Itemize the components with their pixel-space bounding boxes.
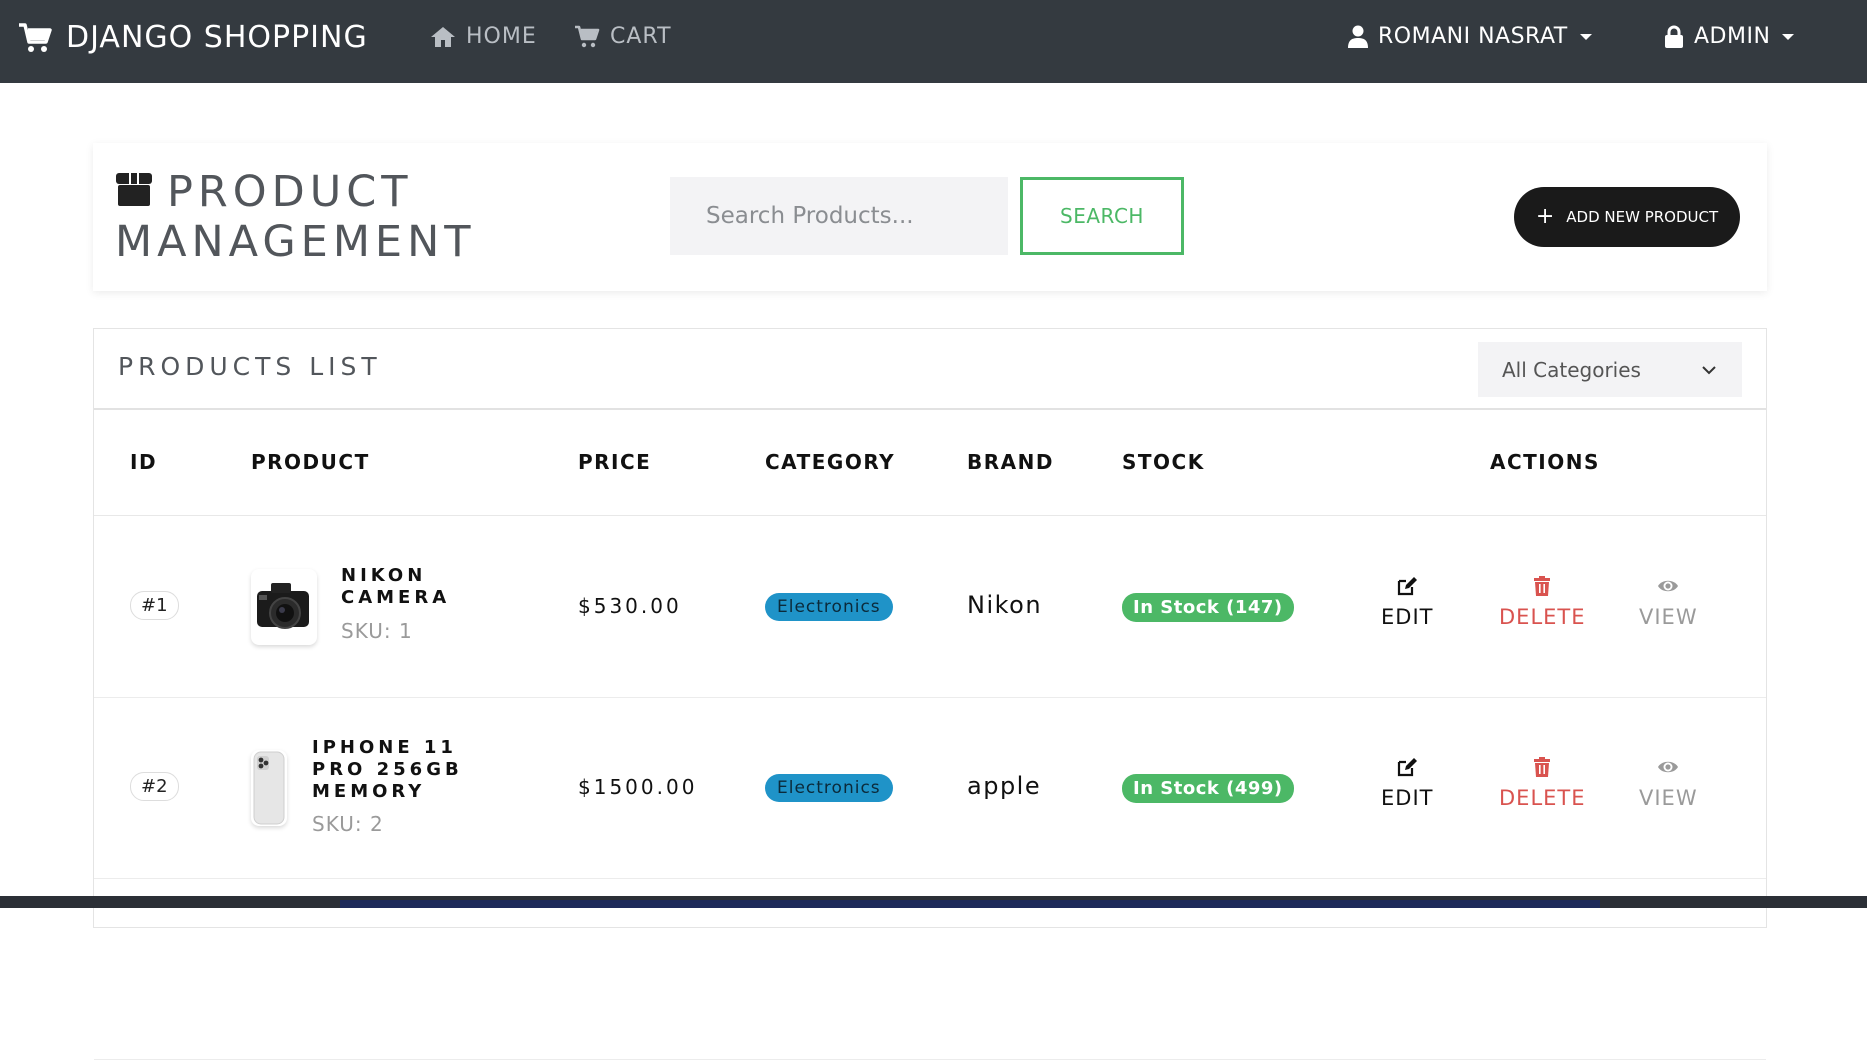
trash-icon [1534, 576, 1551, 596]
admin-label: ADMIN [1694, 24, 1771, 49]
column-header-product: PRODUCT [251, 450, 370, 474]
cart-icon [575, 25, 600, 47]
phone-image [253, 751, 285, 825]
user-icon [1348, 25, 1368, 48]
edit-button[interactable]: EDIT [1381, 756, 1433, 810]
page-title: PRODUCT MANAGEMENT [115, 167, 515, 267]
camera-image [257, 583, 309, 629]
box-icon [116, 173, 152, 206]
search-button[interactable]: SEARCH [1020, 177, 1184, 255]
plus-icon: + [1535, 204, 1555, 229]
category-filter-select[interactable]: All Categories [1478, 342, 1742, 397]
page-title-line2: MANAGEMENT [115, 217, 476, 267]
add-new-product-label: ADD NEW PRODUCT [1566, 208, 1719, 226]
edit-icon [1398, 758, 1418, 777]
product-id-badge: #1 [130, 591, 179, 620]
products-list-title: PRODUCTS LIST [118, 352, 382, 381]
product-brand: apple [967, 772, 1042, 800]
product-price: $1500.00 [578, 775, 698, 799]
table-row: #2 IPHONE 11 PRO 256GB MEMORY SKU: 2 $15… [94, 698, 1766, 879]
edit-label: EDIT [1381, 605, 1434, 629]
home-icon [431, 26, 455, 47]
products-list-header: PRODUCTS LIST All Categories [94, 329, 1766, 410]
edit-icon [1398, 577, 1418, 596]
column-header-brand: BRAND [967, 450, 1054, 474]
nav-home-label: HOME [466, 24, 537, 49]
chevron-down-icon [1702, 365, 1716, 374]
product-name-line: NIKON [341, 565, 427, 586]
category-badge: Electronics [765, 593, 893, 621]
stock-badge: In Stock (147) [1122, 593, 1294, 622]
product-sku: SKU: 2 [312, 812, 384, 836]
trash-icon [1534, 757, 1551, 777]
brand-name: DJANGO SHOPPING [66, 20, 368, 55]
products-list-card: PRODUCTS LIST All Categories ID PRODUCT … [93, 328, 1767, 1060]
product-name-line: CAMERA [341, 587, 451, 608]
caret-down-icon [1782, 33, 1795, 40]
table-header: ID PRODUCT PRICE CATEGORY BRAND STOCK AC… [94, 412, 1766, 516]
view-button[interactable]: VIEW [1639, 575, 1698, 629]
column-header-stock: STOCK [1122, 450, 1205, 474]
nav-cart-link[interactable]: CART [574, 24, 672, 49]
cart-icon [19, 22, 52, 52]
category-badge: Electronics [765, 774, 893, 802]
edit-button[interactable]: EDIT [1381, 575, 1433, 629]
product-thumbnail[interactable] [251, 750, 287, 826]
product-brand: Nikon [967, 591, 1043, 619]
product-name-line: PRO 256GB [312, 759, 463, 780]
delete-label: DELETE [1499, 786, 1586, 810]
taskbar-accent [340, 900, 1600, 908]
delete-label: DELETE [1499, 605, 1586, 629]
nav-cart-label: CART [610, 24, 672, 49]
product-name[interactable]: IPHONE 11 PRO 256GB MEMORY [312, 737, 463, 803]
column-header-actions: ACTIONS [1490, 450, 1600, 474]
user-dropdown[interactable]: ROMANI NASRAT [1348, 24, 1592, 49]
column-header-id: ID [130, 450, 158, 474]
nav-home-link[interactable]: HOME [430, 24, 537, 49]
admin-dropdown[interactable]: ADMIN [1664, 24, 1795, 49]
taskbar-strip [0, 896, 1867, 908]
view-label: VIEW [1639, 605, 1698, 629]
eye-icon [1658, 580, 1679, 592]
delete-button[interactable]: DELETE [1499, 756, 1586, 810]
brand-link[interactable]: DJANGO SHOPPING [18, 20, 368, 55]
column-header-price: PRICE [578, 450, 652, 474]
product-price: $530.00 [578, 594, 682, 618]
product-sku: SKU: 1 [341, 619, 413, 643]
view-label: VIEW [1639, 786, 1698, 810]
page-title-line1: PRODUCT [167, 167, 413, 217]
add-new-product-button[interactable]: + ADD NEW PRODUCT [1514, 187, 1740, 247]
lock-icon [1665, 25, 1683, 48]
table-row: #1 NIKON CAMERA SKU: 1 $530.00 Electroni… [94, 517, 1766, 698]
product-management-header: PRODUCT MANAGEMENT SEARCH + ADD NEW PROD… [93, 143, 1767, 291]
column-header-category: CATEGORY [765, 450, 896, 474]
caret-down-icon [1579, 33, 1592, 40]
search-input[interactable] [670, 177, 1008, 255]
top-navbar: DJANGO SHOPPING HOME CART ROMANI NASRAT … [0, 0, 1867, 83]
user-name: ROMANI NASRAT [1378, 24, 1568, 49]
product-name-line: MEMORY [312, 781, 426, 802]
product-id-badge: #2 [130, 772, 179, 801]
category-filter-value: All Categories [1502, 357, 1641, 382]
edit-label: EDIT [1381, 786, 1434, 810]
delete-button[interactable]: DELETE [1499, 575, 1586, 629]
product-thumbnail[interactable] [251, 569, 317, 645]
stock-badge: In Stock (499) [1122, 774, 1294, 803]
view-button[interactable]: VIEW [1639, 756, 1698, 810]
eye-icon [1658, 761, 1679, 773]
product-name-line: IPHONE 11 [312, 737, 457, 758]
product-name[interactable]: NIKON CAMERA [341, 565, 450, 609]
